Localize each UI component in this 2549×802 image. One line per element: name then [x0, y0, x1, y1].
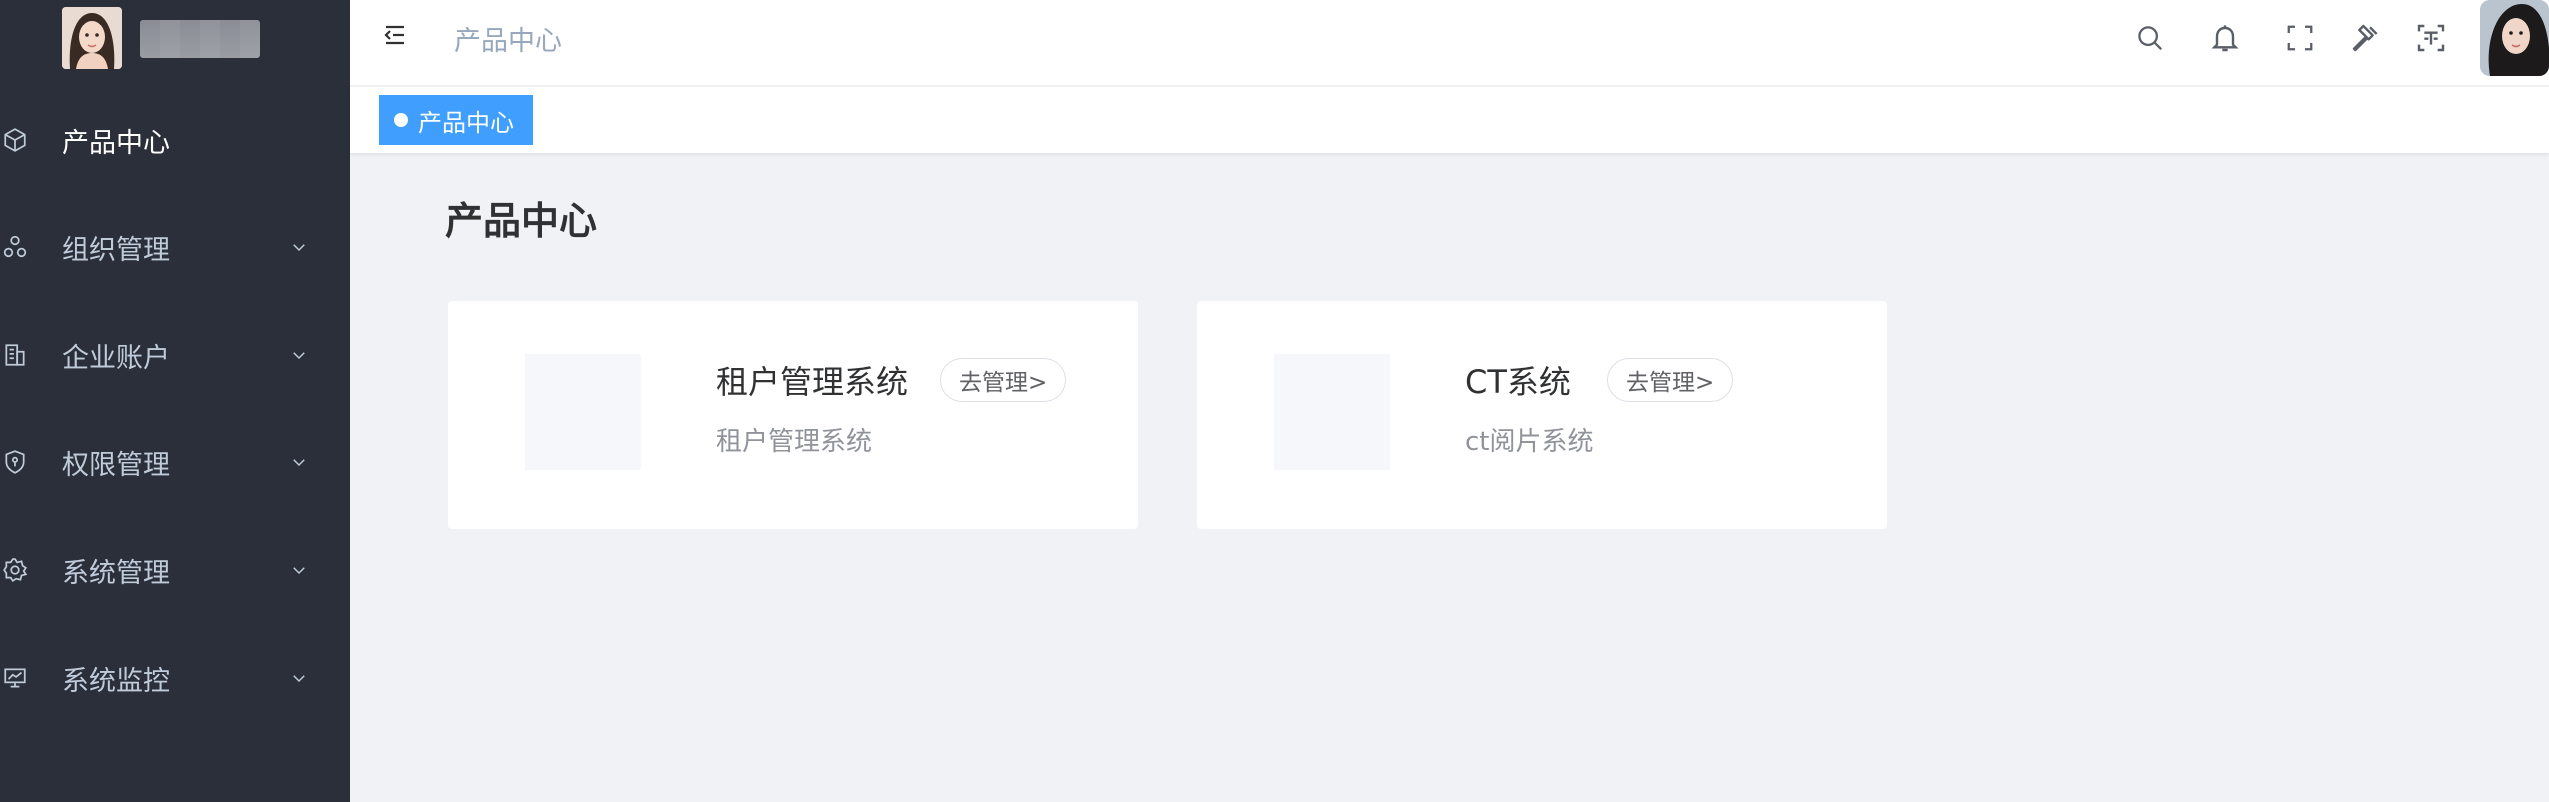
manage-button[interactable]: 去管理>: [940, 358, 1067, 402]
product-description: 租户管理系统: [716, 427, 873, 457]
manage-button[interactable]: 去管理>: [1607, 358, 1734, 402]
active-dot-icon: [394, 113, 408, 127]
sidebar-item-label: 企业账户: [62, 342, 170, 374]
user-avatar[interactable]: [62, 7, 122, 69]
breadcrumb[interactable]: 产品中心: [454, 19, 562, 58]
monitor-icon: [0, 663, 30, 693]
bell-icon[interactable]: [2207, 20, 2243, 56]
top-navbar: 产品中心: [350, 0, 2549, 86]
collapse-menu-icon[interactable]: [380, 20, 410, 50]
sidebar-item-label: 产品中心: [62, 127, 170, 159]
user-name-blurred: [140, 20, 260, 58]
shield-icon: [0, 447, 30, 477]
sidebar-item-enterprise-account[interactable]: 企业账户: [0, 325, 350, 385]
product-thumbnail: [1274, 354, 1390, 470]
user-avatar-navbar[interactable]: [2480, 0, 2549, 76]
sidebar-item-label: 权限管理: [62, 449, 170, 481]
sidebar-item-label: 系统监控: [62, 665, 170, 697]
gear-icon: [0, 555, 30, 585]
cube-icon: [0, 125, 30, 155]
sidebar: 产品中心 组织管理 企业账户 权限管理 系统管理 系统监控: [0, 0, 350, 802]
product-card-tenant: 租户管理系统 去管理> 租户管理系统: [448, 301, 1138, 529]
product-name: 租户管理系统: [716, 363, 909, 401]
text-scan-icon[interactable]: [2413, 20, 2449, 56]
organization-icon: [0, 232, 30, 262]
chevron-down-icon: [288, 667, 310, 689]
sidebar-item-label: 系统管理: [62, 557, 170, 589]
building-icon: [0, 340, 30, 370]
product-thumbnail: [525, 354, 641, 470]
product-description: ct阅片系统: [1465, 427, 1594, 457]
product-card-ct: CT系统 去管理> ct阅片系统: [1197, 301, 1887, 529]
tag-label: 产品中心: [418, 108, 514, 137]
search-icon[interactable]: [2132, 20, 2168, 56]
page-title: 产品中心: [445, 199, 598, 243]
sidebar-item-product-center[interactable]: 产品中心: [0, 110, 350, 170]
sidebar-item-label: 组织管理: [62, 234, 170, 266]
hammer-icon[interactable]: [2348, 20, 2384, 56]
chevron-down-icon: [288, 236, 310, 258]
fullscreen-icon[interactable]: [2282, 20, 2318, 56]
sidebar-item-system-monitor[interactable]: 系统监控: [0, 648, 350, 708]
sidebar-header: [0, 0, 350, 72]
product-name: CT系统: [1465, 363, 1571, 401]
chevron-down-icon: [288, 451, 310, 473]
sidebar-item-organization[interactable]: 组织管理: [0, 217, 350, 277]
sidebar-item-system-management[interactable]: 系统管理: [0, 540, 350, 600]
sidebar-item-permission[interactable]: 权限管理: [0, 432, 350, 492]
tags-view-bar: 产品中心: [350, 87, 2549, 153]
chevron-down-icon: [288, 344, 310, 366]
chevron-down-icon: [288, 559, 310, 581]
tag-product-center[interactable]: 产品中心: [379, 95, 533, 145]
